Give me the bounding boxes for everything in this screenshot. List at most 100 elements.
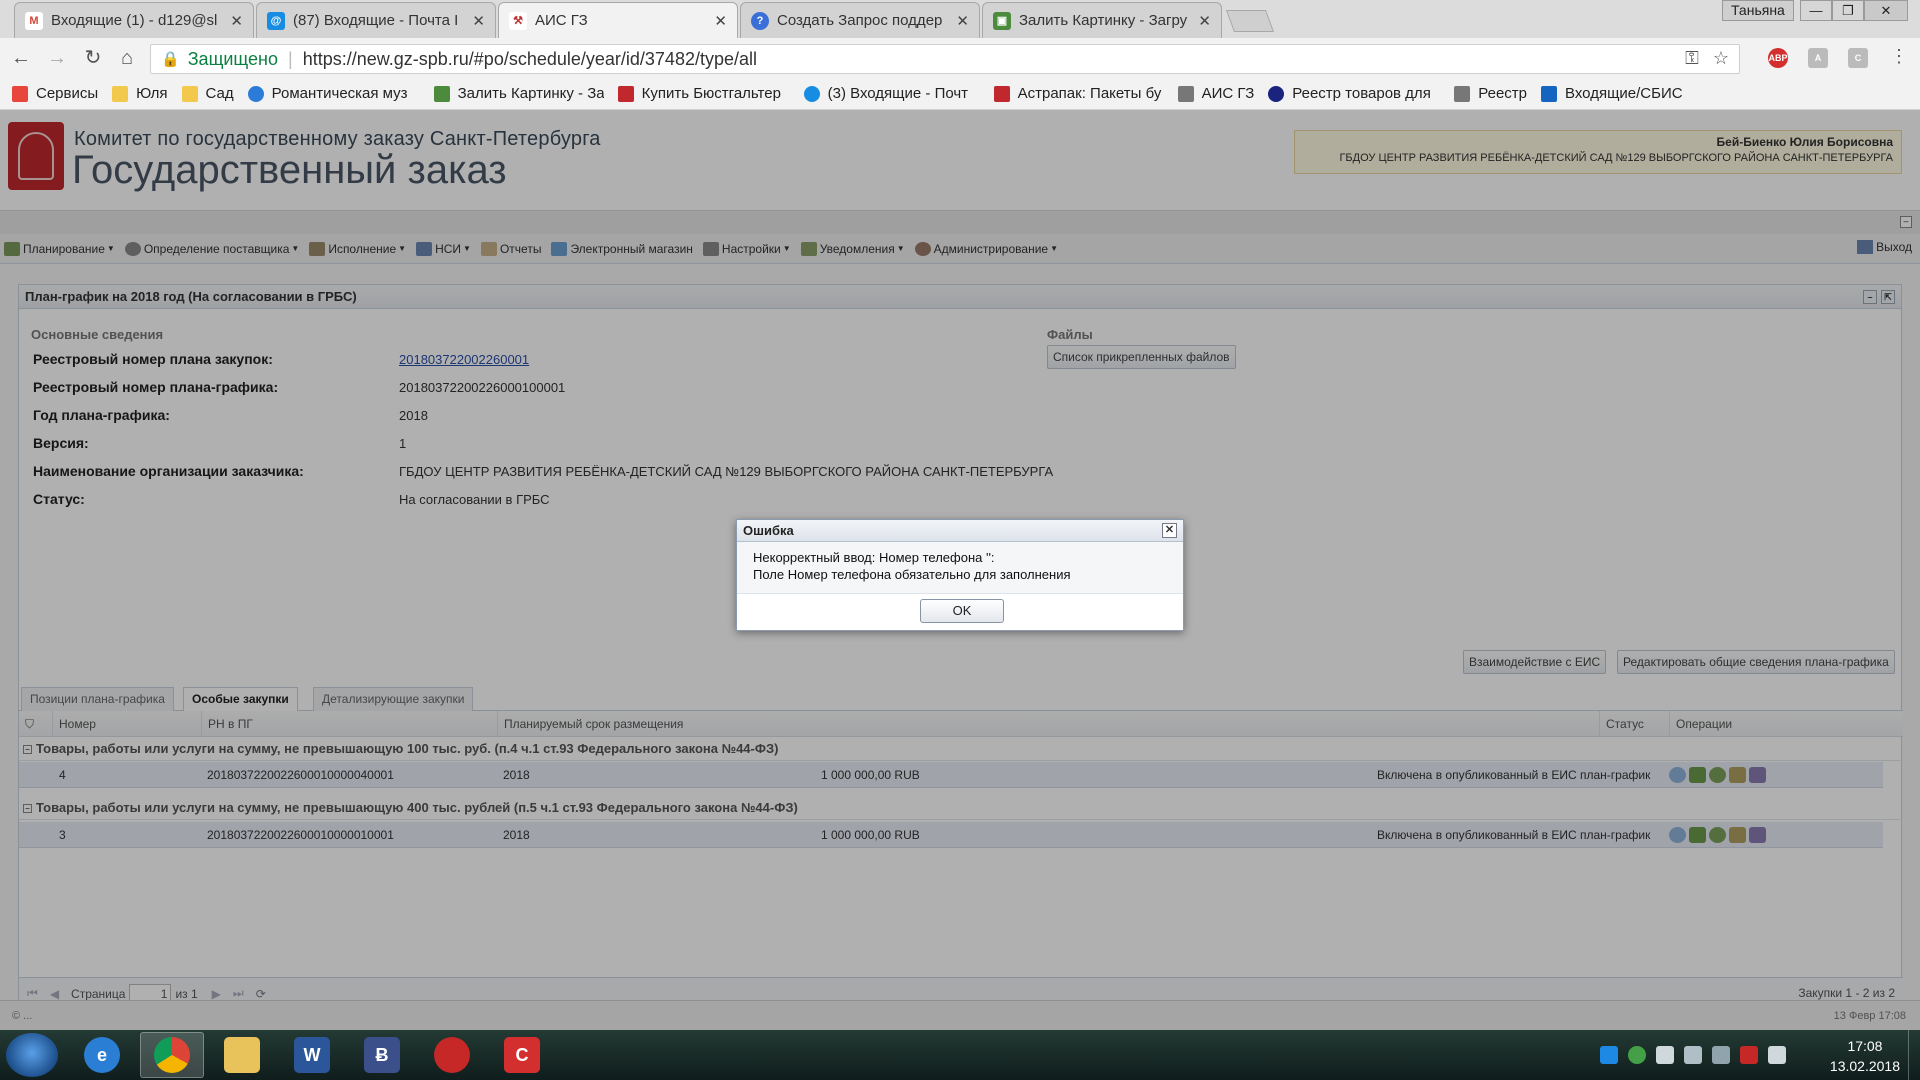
tools-icon xyxy=(1177,85,1194,102)
tools-icon: ⚒ xyxy=(509,11,527,30)
chrome-menu-icon[interactable]: ⋮ xyxy=(1890,46,1908,67)
url-text: https://new.gz-spb.ru/#po/schedule/year/… xyxy=(302,48,757,69)
tray-app-icon[interactable] xyxy=(1684,1046,1702,1064)
tab-label: Залить Картинку - Загру xyxy=(1019,12,1188,29)
word-icon[interactable]: W xyxy=(280,1032,344,1078)
folder-icon xyxy=(181,85,198,102)
clock-date: 13.02.2018 xyxy=(1829,1058,1900,1074)
internet-explorer-icon[interactable]: e xyxy=(70,1032,134,1078)
tools-icon xyxy=(1454,85,1471,102)
reload-icon[interactable]: ↻ xyxy=(80,45,106,71)
home-icon[interactable]: ⌂ xyxy=(114,45,140,71)
bookmark-label: Астрапак: Пакеты бу xyxy=(1017,85,1162,102)
browser-tabstrip: M Входящие (1) - d129@sl ✕ @ (87) Входящ… xyxy=(0,0,1920,38)
extension-icon[interactable]: C xyxy=(1848,48,1868,68)
close-icon[interactable]: ✕ xyxy=(230,12,243,30)
close-icon[interactable]: ✕ xyxy=(956,12,969,30)
ok-button[interactable]: OK xyxy=(920,599,1004,623)
dialog-title: Ошибка xyxy=(743,523,794,538)
bookmark-music[interactable]: Романтическая муз xyxy=(247,85,420,102)
bookmark-folder-sad[interactable]: Сад xyxy=(181,85,234,102)
minimize-button[interactable]: — xyxy=(1800,0,1832,21)
bookmark-imagehost[interactable]: Залить Картинку - За xyxy=(433,85,604,102)
system-clock[interactable]: 17:08 13.02.2018 xyxy=(1830,1036,1900,1076)
bookmark-label: Входящие/СБИС xyxy=(1565,85,1683,102)
lock-icon: 🔒 xyxy=(161,51,180,68)
close-icon[interactable]: ✕ xyxy=(1198,12,1211,30)
bookmark-services[interactable]: Сервисы xyxy=(12,85,98,102)
bookmark-label: Сад xyxy=(205,85,234,102)
dialog-line-1: Некорректный ввод: Номер телефона '': xyxy=(753,550,995,565)
bookmark-label: Реестр товаров для xyxy=(1292,85,1431,102)
pdf-extension-icon[interactable]: A xyxy=(1808,48,1828,68)
restore-button[interactable]: ❐ xyxy=(1832,0,1864,21)
bank-client-icon[interactable]: Ƀ xyxy=(350,1032,414,1078)
profile-button[interactable]: Таньяна xyxy=(1722,0,1794,21)
close-icon[interactable]: ✕ xyxy=(1162,523,1177,538)
bookmark-label: Романтическая муз xyxy=(271,85,408,102)
explorer-folder-icon[interactable] xyxy=(210,1032,274,1078)
bookmark-mail[interactable]: (3) Входящие - Почт xyxy=(803,85,980,102)
new-tab-button[interactable] xyxy=(1225,10,1275,32)
chrome-icon[interactable] xyxy=(140,1032,204,1078)
mailru-icon: @ xyxy=(267,11,285,30)
bookmark-folder-yulya[interactable]: Юля xyxy=(112,85,168,102)
bookmark-label: Реестр xyxy=(1478,85,1528,102)
tray-app-icon[interactable] xyxy=(1600,1046,1618,1064)
secure-label: Защищено xyxy=(187,48,279,69)
tab-label: Создать Запрос поддер xyxy=(777,12,943,29)
browser-tab-ais[interactable]: ⚒ АИС ГЗ ✕ xyxy=(498,2,738,38)
image-host-icon xyxy=(433,85,450,102)
registry-icon xyxy=(1268,85,1285,102)
mailru-icon xyxy=(803,85,820,102)
funnel-icon xyxy=(993,85,1010,102)
browser-toolbar: ← → ↻ ⌂ 🔒 Защищено | https://new.gz-spb.… xyxy=(0,38,1920,78)
dialog-title-bar: Ошибка ✕ xyxy=(737,520,1183,542)
window-close-button[interactable]: ✕ xyxy=(1864,0,1908,21)
bookmark-label: Юля xyxy=(136,85,168,102)
sbis-icon xyxy=(1541,85,1558,102)
browser-tab-gmail[interactable]: M Входящие (1) - d129@sl ✕ xyxy=(14,2,254,38)
key-icon[interactable]: ⚿ xyxy=(1685,48,1699,69)
browser-tab-mail[interactable]: @ (87) Входящие - Почта I ✕ xyxy=(256,2,496,38)
back-icon[interactable]: ← xyxy=(8,45,34,71)
c-app-icon[interactable]: C xyxy=(490,1032,554,1078)
bookmark-label: Сервисы xyxy=(36,85,99,102)
show-desktop-button[interactable] xyxy=(1908,1030,1920,1080)
apps-grid-icon xyxy=(12,85,28,102)
bookmark-astrapak[interactable]: Астрапак: Пакеты бу xyxy=(993,85,1164,102)
browser-tab-imagehost[interactable]: ▣ Залить Картинку - Загру ✕ xyxy=(982,2,1222,38)
bookmark-label: Залить Картинку - За xyxy=(457,85,604,102)
bookmark-registry-goods[interactable]: Реестр товаров для xyxy=(1268,85,1440,102)
bookmark-ais[interactable]: АИС ГЗ xyxy=(1177,85,1255,102)
gmail-icon: M xyxy=(25,11,43,30)
game-icon[interactable] xyxy=(420,1032,484,1078)
close-icon[interactable]: ✕ xyxy=(472,12,485,30)
start-button[interactable] xyxy=(6,1033,58,1077)
tray-app-icon[interactable] xyxy=(1628,1046,1646,1064)
dialog-message: Некорректный ввод: Номер телефона '': По… xyxy=(737,542,1183,594)
bookmark-shop[interactable]: Купить Бюстгальтер xyxy=(617,85,790,102)
bookmark-label: АИС ГЗ xyxy=(1201,85,1255,102)
address-bar[interactable]: 🔒 Защищено | https://new.gz-spb.ru/#po/s… xyxy=(150,44,1740,74)
shop-icon xyxy=(617,85,634,102)
tab-label: АИС ГЗ xyxy=(535,12,588,29)
system-tray xyxy=(1600,1030,1786,1080)
network-icon[interactable] xyxy=(1712,1046,1730,1064)
bookmarks-bar: Сервисы Юля Сад Романтическая муз Залить… xyxy=(0,78,1920,110)
bookmark-sbis[interactable]: Входящие/СБИС xyxy=(1541,85,1683,102)
url-divider: | xyxy=(288,48,293,69)
browser-tab-support[interactable]: ? Создать Запрос поддер ✕ xyxy=(740,2,980,38)
flag-icon[interactable] xyxy=(1656,1046,1674,1064)
tray-app-icon[interactable] xyxy=(1740,1046,1758,1064)
tab-label: (87) Входящие - Почта I xyxy=(293,12,459,29)
close-icon[interactable]: ✕ xyxy=(714,12,727,30)
forward-icon[interactable]: → xyxy=(44,45,70,71)
taskbar: e W Ƀ C 17:08 13.02.2018 xyxy=(0,1030,1920,1080)
star-icon[interactable]: ☆ xyxy=(1713,48,1729,69)
bookmark-registry[interactable]: Реестр xyxy=(1454,85,1527,102)
help-icon: ? xyxy=(751,11,769,30)
clock-time: 17:08 xyxy=(1847,1038,1883,1054)
adblock-icon[interactable]: ABP xyxy=(1768,48,1788,68)
volume-icon[interactable] xyxy=(1768,1046,1786,1064)
